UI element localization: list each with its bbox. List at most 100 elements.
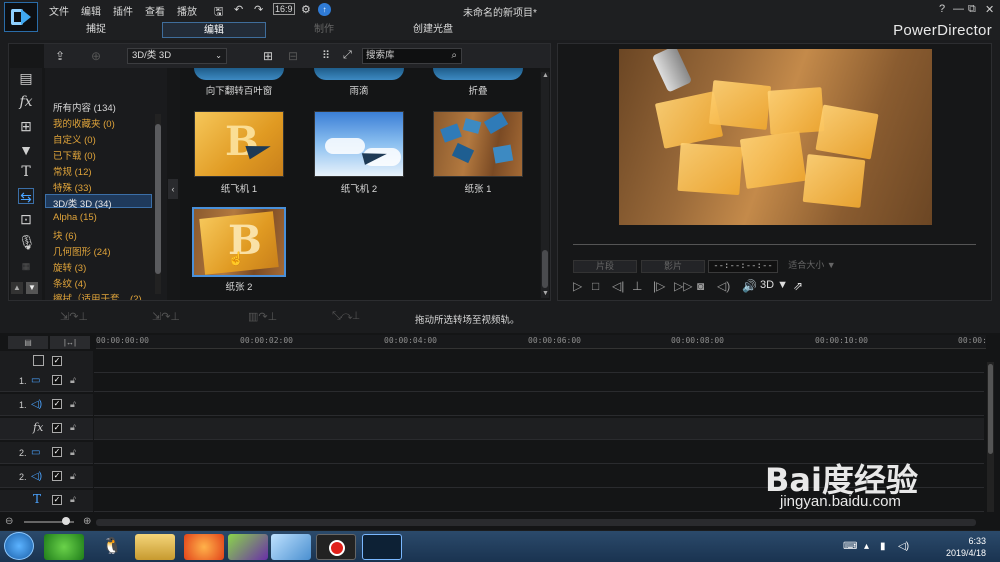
- media-room-icon[interactable]: ▤: [18, 70, 34, 86]
- category-select[interactable]: 3D/类 3D ⌄: [127, 48, 227, 64]
- prev-frame-icon[interactable]: ◁|: [612, 279, 624, 293]
- collapse-panel-icon[interactable]: ‹: [168, 179, 178, 199]
- clip-mode-button[interactable]: 片段: [573, 260, 637, 273]
- add-to-timeline-icon[interactable]: ⊞: [263, 49, 273, 63]
- track-row[interactable]: [94, 370, 984, 392]
- category-item-selected[interactable]: 3D/类 3D (34): [53, 196, 112, 210]
- undock-icon[interactable]: ⇗: [793, 279, 803, 293]
- tab-edit[interactable]: 编辑: [162, 22, 266, 38]
- tab-create-disc[interactable]: 创建光盘: [400, 22, 466, 38]
- system-clock[interactable]: 6:33 2019/4/18: [946, 535, 986, 559]
- thumb-paper-plane-2[interactable]: [314, 111, 404, 177]
- explorer-icon[interactable]: [135, 534, 175, 560]
- stop-icon[interactable]: □: [592, 279, 599, 293]
- scroll-up-arrow-icon[interactable]: ▲: [542, 72, 549, 79]
- redo-icon[interactable]: ↷: [254, 3, 263, 16]
- search-field[interactable]: 搜索库 ⌕: [362, 48, 462, 64]
- track-enable-checkbox[interactable]: ✓: [52, 356, 62, 366]
- app-icon[interactable]: [271, 534, 311, 560]
- track-enable-checkbox[interactable]: ✓: [52, 399, 62, 409]
- lock-icon[interactable]: 🔓︎: [70, 447, 76, 458]
- category-item[interactable]: 几何图形 (24): [53, 244, 111, 258]
- thumb-paper-plane-1[interactable]: B: [194, 111, 284, 177]
- zoom-out-icon[interactable]: ⊖: [5, 516, 13, 527]
- timeline-tool-icon[interactable]: ⇲↷⊥: [60, 310, 88, 323]
- menu-edit[interactable]: 编辑: [81, 3, 101, 18]
- category-item[interactable]: 常规 (12): [53, 164, 92, 178]
- import-icon[interactable]: ⇪: [55, 49, 65, 63]
- scroll-down-icon[interactable]: ▼: [26, 282, 38, 294]
- menu-plugins[interactable]: 插件: [113, 3, 133, 18]
- lock-icon[interactable]: 🔓︎: [70, 422, 76, 433]
- search-icon[interactable]: ⌕: [451, 49, 457, 63]
- category-item[interactable]: 我的收藏夹 (0): [53, 116, 115, 130]
- timeline-vscroll-thumb[interactable]: [988, 364, 993, 454]
- library-scroll-thumb[interactable]: [542, 250, 548, 288]
- thumb-paper-2[interactable]: B ☝: [194, 209, 284, 275]
- timecode-display[interactable]: --:--:--:--: [708, 260, 778, 273]
- track-enable-checkbox[interactable]: ✓: [52, 471, 62, 481]
- taskbar-app-icon[interactable]: [44, 534, 84, 560]
- expand-icon[interactable]: ⤢: [343, 49, 352, 62]
- category-item[interactable]: 条纹 (4): [53, 276, 86, 290]
- start-button[interactable]: [4, 532, 34, 560]
- track-row[interactable]: [94, 418, 984, 440]
- 3d-mode-select[interactable]: 3D ▼: [760, 279, 788, 291]
- tray-arrow-icon[interactable]: ▴: [864, 541, 869, 552]
- chapter-room-icon[interactable]: ▦: [18, 258, 34, 274]
- preview-image[interactable]: [619, 49, 932, 225]
- master-select-icon[interactable]: [33, 355, 44, 366]
- fast-forward-icon[interactable]: ▷▷: [674, 279, 692, 293]
- keyboard-icon[interactable]: ⌨: [843, 541, 857, 552]
- scroll-up-icon[interactable]: ▲: [11, 282, 23, 294]
- scroll-down-arrow-icon[interactable]: ▼: [542, 290, 549, 297]
- split-icon[interactable]: ⊥: [632, 279, 642, 293]
- timeline-tool-icon[interactable]: ⇲↷⊥: [152, 310, 180, 323]
- network-icon[interactable]: ▮: [880, 541, 886, 552]
- settings-gear-icon[interactable]: ⚙: [301, 3, 311, 16]
- thumb-top-partial[interactable]: [314, 68, 404, 80]
- qq-icon[interactable]: 🐧: [92, 534, 132, 560]
- effects-room-icon[interactable]: fx: [18, 94, 34, 110]
- audio-mixing-icon[interactable]: ⊡: [18, 211, 34, 227]
- voice-over-icon[interactable]: 🎙: [18, 234, 36, 250]
- undo-icon[interactable]: ↶: [234, 3, 243, 16]
- track-enable-checkbox[interactable]: ✓: [52, 423, 62, 433]
- thumb-top-partial[interactable]: [194, 68, 284, 80]
- powerdirector-taskbar-icon[interactable]: [362, 534, 402, 560]
- timeline-hscroll[interactable]: [96, 519, 976, 526]
- tab-produce[interactable]: 制作: [292, 22, 356, 38]
- download-icon[interactable]: ⊕: [91, 49, 101, 63]
- firefox-icon[interactable]: [184, 534, 224, 560]
- update-icon[interactable]: ↑: [318, 3, 331, 16]
- close-button[interactable]: ✕: [985, 3, 994, 16]
- delete-icon[interactable]: ⊟: [288, 49, 298, 63]
- category-item[interactable]: Alpha (15): [53, 212, 97, 223]
- menu-view[interactable]: 查看: [145, 3, 165, 18]
- category-scroll-thumb[interactable]: [155, 124, 161, 274]
- play-icon[interactable]: ▷: [573, 279, 582, 293]
- category-item[interactable]: 已下载 (0): [53, 148, 96, 162]
- zoom-in-icon[interactable]: ⊕: [83, 516, 91, 527]
- preview-seek-bar[interactable]: [573, 244, 976, 245]
- lock-icon[interactable]: 🔓︎: [70, 375, 76, 386]
- fit-size-select[interactable]: 适合大小 ▼: [782, 260, 842, 273]
- powerdirector-logo[interactable]: [4, 2, 38, 32]
- volume-icon[interactable]: 🔊: [742, 279, 757, 293]
- storyboard-view-icon[interactable]: ▤: [8, 336, 48, 349]
- media-app-icon[interactable]: [228, 534, 268, 560]
- recorder-icon[interactable]: [316, 534, 356, 560]
- help-button[interactable]: ?: [939, 3, 945, 15]
- track-enable-checkbox[interactable]: ✓: [52, 375, 62, 385]
- track-row[interactable]: [94, 394, 984, 416]
- category-item[interactable]: 自定义 (0): [53, 132, 96, 146]
- volume-icon[interactable]: ◁): [717, 279, 730, 293]
- title-room-icon[interactable]: T: [18, 164, 34, 180]
- minimize-button[interactable]: —: [953, 3, 964, 15]
- lock-icon[interactable]: 🔓︎: [70, 399, 76, 410]
- thumb-top-partial[interactable]: [433, 68, 523, 80]
- track-enable-checkbox[interactable]: ✓: [52, 495, 62, 505]
- grid-view-icon[interactable]: ⠿: [322, 49, 330, 62]
- restore-button[interactable]: ⧉: [968, 3, 976, 16]
- category-item[interactable]: 特殊 (33): [53, 180, 92, 194]
